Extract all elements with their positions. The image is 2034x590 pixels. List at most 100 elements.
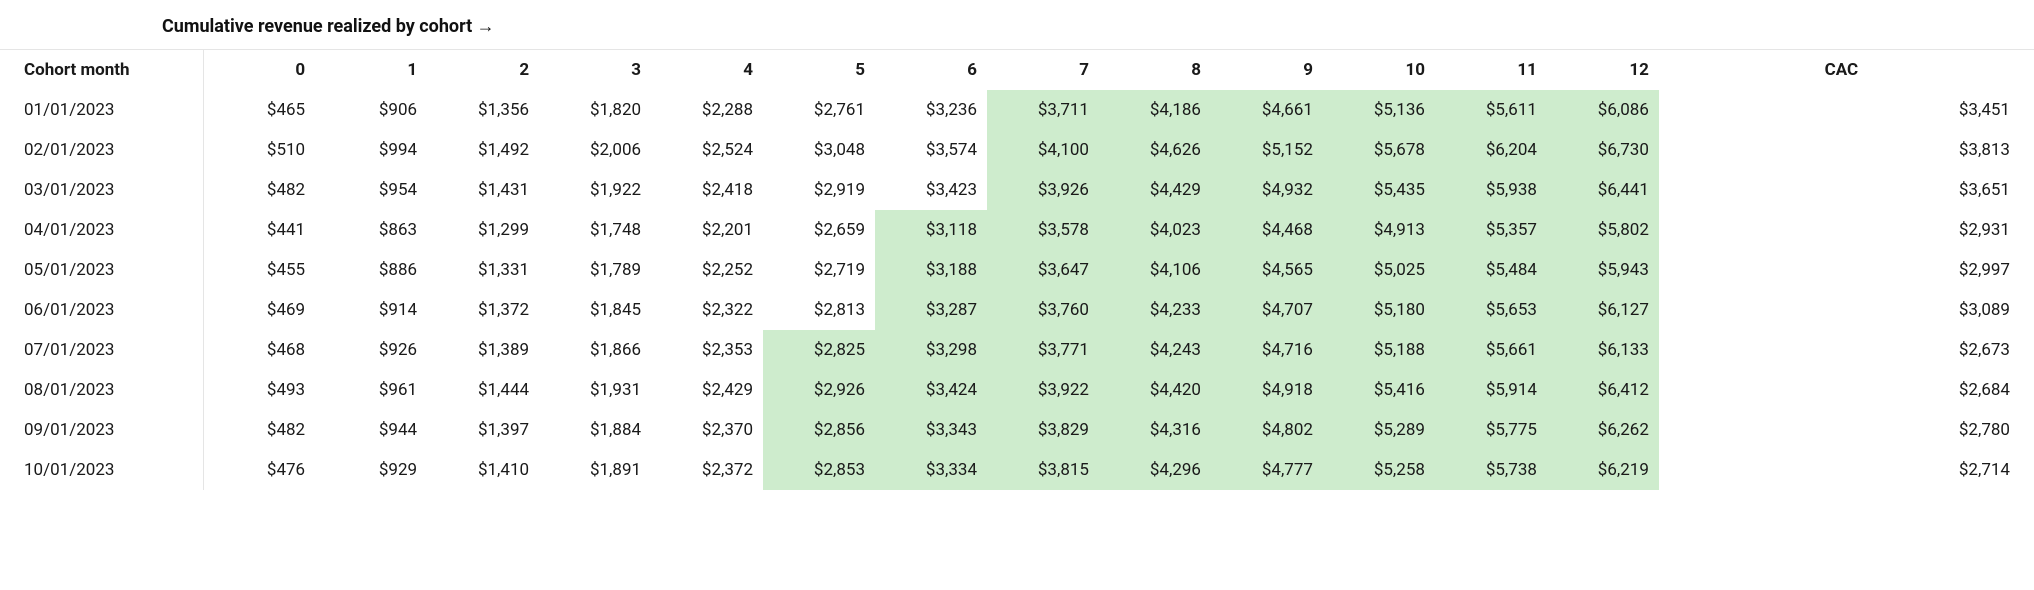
value-cell: $2,719 [763, 250, 875, 290]
value-cell: $6,127 [1547, 290, 1659, 330]
value-cell: $2,429 [651, 370, 763, 410]
cohort-month-cell: 03/01/2023 [0, 170, 203, 210]
value-cell: $3,048 [763, 130, 875, 170]
value-cell: $4,932 [1211, 170, 1323, 210]
col-header-period-2: 2 [427, 50, 539, 91]
table-row: 07/01/2023$468$926$1,389$1,866$2,353$2,8… [0, 330, 2034, 370]
value-cell: $3,287 [875, 290, 987, 330]
cohort-month-cell: 05/01/2023 [0, 250, 203, 290]
value-cell: $4,777 [1211, 450, 1323, 490]
col-header-period-9: 9 [1211, 50, 1323, 91]
cohort-month-cell: 10/01/2023 [0, 450, 203, 490]
value-cell: $6,730 [1547, 130, 1659, 170]
value-cell: $1,492 [427, 130, 539, 170]
value-cell: $2,418 [651, 170, 763, 210]
value-cell: $6,086 [1547, 90, 1659, 130]
cac-cell: $2,684 [1813, 370, 2034, 410]
value-cell: $3,236 [875, 90, 987, 130]
value-cell: $465 [203, 90, 315, 130]
table-row: 02/01/2023$510$994$1,492$2,006$2,524$3,0… [0, 130, 2034, 170]
value-cell: $5,136 [1323, 90, 1435, 130]
spacer-cell [1659, 450, 1813, 490]
value-cell: $2,006 [539, 130, 651, 170]
value-cell: $468 [203, 330, 315, 370]
value-cell: $3,574 [875, 130, 987, 170]
value-cell: $5,180 [1323, 290, 1435, 330]
value-cell: $3,829 [987, 410, 1099, 450]
value-cell: $5,653 [1435, 290, 1547, 330]
value-cell: $3,760 [987, 290, 1099, 330]
value-cell: $4,233 [1099, 290, 1211, 330]
value-cell: $1,931 [539, 370, 651, 410]
value-cell: $4,429 [1099, 170, 1211, 210]
value-cell: $1,410 [427, 450, 539, 490]
value-cell: $3,118 [875, 210, 987, 250]
cohort-month-cell: 07/01/2023 [0, 330, 203, 370]
value-cell: $5,416 [1323, 370, 1435, 410]
value-cell: $482 [203, 170, 315, 210]
value-cell: $961 [315, 370, 427, 410]
col-header-period-4: 4 [651, 50, 763, 91]
value-cell: $6,204 [1435, 130, 1547, 170]
value-cell: $6,262 [1547, 410, 1659, 450]
value-cell: $3,771 [987, 330, 1099, 370]
spacer-cell [1659, 130, 1813, 170]
value-cell: $4,707 [1211, 290, 1323, 330]
value-cell: $1,372 [427, 290, 539, 330]
value-cell: $1,748 [539, 210, 651, 250]
value-cell: $3,922 [987, 370, 1099, 410]
value-cell: $2,919 [763, 170, 875, 210]
value-cell: $6,219 [1547, 450, 1659, 490]
table-row: 09/01/2023$482$944$1,397$1,884$2,370$2,8… [0, 410, 2034, 450]
table-row: 04/01/2023$441$863$1,299$1,748$2,201$2,6… [0, 210, 2034, 250]
value-cell: $3,298 [875, 330, 987, 370]
table-title: Cumulative revenue realized by cohort → [0, 16, 2034, 49]
cohort-table: Cohort month 0 1 2 3 4 5 6 7 8 9 10 11 1… [0, 49, 2034, 490]
value-cell: $5,188 [1323, 330, 1435, 370]
value-cell: $5,914 [1435, 370, 1547, 410]
value-cell: $476 [203, 450, 315, 490]
value-cell: $1,891 [539, 450, 651, 490]
value-cell: $455 [203, 250, 315, 290]
col-spacer [1659, 50, 1813, 91]
value-cell: $4,913 [1323, 210, 1435, 250]
col-header-period-8: 8 [1099, 50, 1211, 91]
col-header-period-6: 6 [875, 50, 987, 91]
cohort-month-cell: 01/01/2023 [0, 90, 203, 130]
value-cell: $2,761 [763, 90, 875, 130]
col-header-period-0: 0 [203, 50, 315, 91]
value-cell: $1,389 [427, 330, 539, 370]
value-cell: $6,412 [1547, 370, 1659, 410]
value-cell: $1,444 [427, 370, 539, 410]
value-cell: $4,243 [1099, 330, 1211, 370]
value-cell: $5,943 [1547, 250, 1659, 290]
value-cell: $3,334 [875, 450, 987, 490]
value-cell: $3,815 [987, 450, 1099, 490]
cac-cell: $3,451 [1813, 90, 2034, 130]
value-cell: $493 [203, 370, 315, 410]
spacer-cell [1659, 410, 1813, 450]
table-row: 06/01/2023$469$914$1,372$1,845$2,322$2,8… [0, 290, 2034, 330]
cohort-month-cell: 08/01/2023 [0, 370, 203, 410]
value-cell: $3,926 [987, 170, 1099, 210]
value-cell: $5,611 [1435, 90, 1547, 130]
value-cell: $4,565 [1211, 250, 1323, 290]
col-header-period-12: 12 [1547, 50, 1659, 91]
value-cell: $5,938 [1435, 170, 1547, 210]
value-cell: $482 [203, 410, 315, 450]
value-cell: $1,397 [427, 410, 539, 450]
value-cell: $1,356 [427, 90, 539, 130]
cac-cell: $2,997 [1813, 250, 2034, 290]
value-cell: $2,252 [651, 250, 763, 290]
value-cell: $4,626 [1099, 130, 1211, 170]
value-cell: $1,884 [539, 410, 651, 450]
value-cell: $3,578 [987, 210, 1099, 250]
value-cell: $929 [315, 450, 427, 490]
cac-cell: $2,714 [1813, 450, 2034, 490]
value-cell: $3,424 [875, 370, 987, 410]
value-cell: $5,152 [1211, 130, 1323, 170]
value-cell: $886 [315, 250, 427, 290]
value-cell: $4,186 [1099, 90, 1211, 130]
value-cell: $1,866 [539, 330, 651, 370]
value-cell: $1,922 [539, 170, 651, 210]
